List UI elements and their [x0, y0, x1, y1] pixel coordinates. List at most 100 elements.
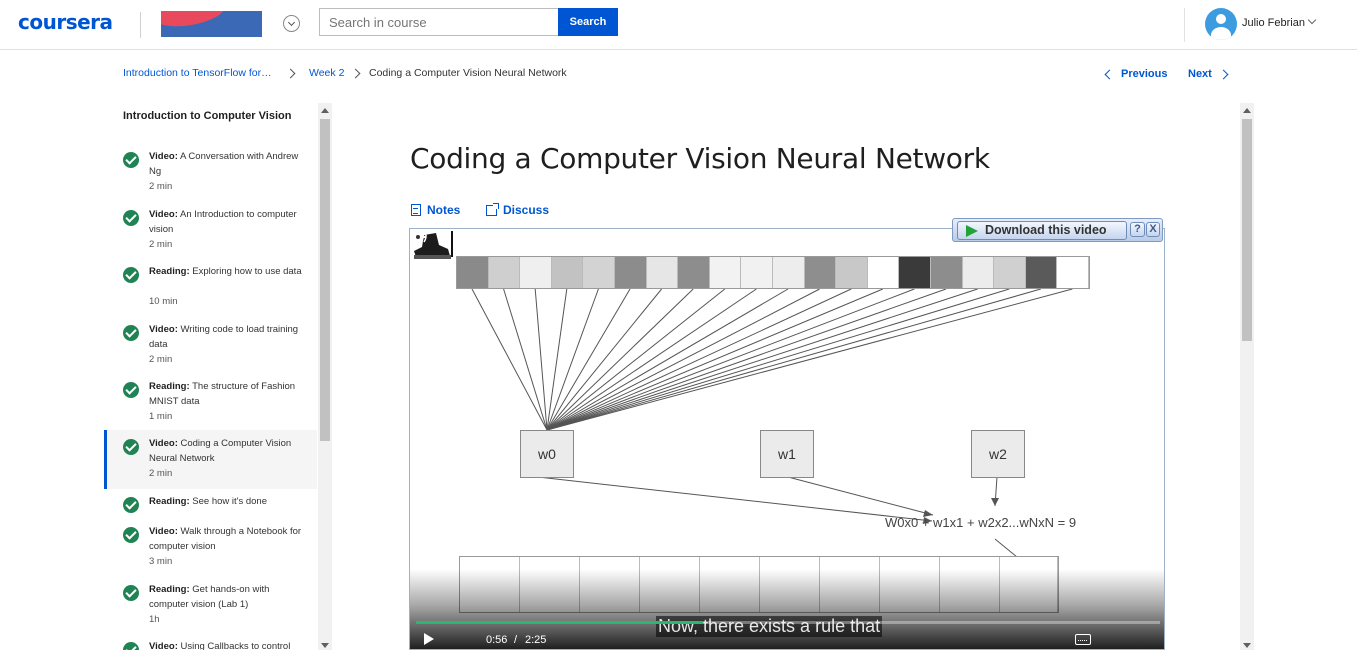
sidebar-item-label: Reading: Get hands-on with computer visi… [149, 584, 270, 610]
sidebar-item[interactable]: Video: Walk through a Notebook for compu… [104, 525, 317, 575]
breadcrumb-course[interactable]: Introduction to TensorFlow for… [123, 67, 272, 79]
input-pixel [930, 257, 963, 288]
chevron-left-icon[interactable] [1104, 69, 1115, 80]
previous-link[interactable]: Previous [1121, 68, 1167, 80]
sidebar-item-label: Video: An Introduction to computer visio… [149, 209, 297, 235]
video-progress-bar[interactable] [416, 621, 1160, 624]
pixel-to-weight-line [546, 288, 1073, 431]
input-pixel [678, 257, 710, 288]
video-caption: Now, there exists a rule that [656, 616, 883, 637]
sidebar-item-label: Video: Walk through a Notebook for compu… [149, 526, 302, 552]
chevron-right-icon[interactable] [1218, 69, 1229, 80]
completed-check-icon [123, 585, 139, 601]
weighted-sum-formula: W0x0 + w1x1 + w2x2...wNxN = 9 [885, 515, 1077, 530]
sidebar-item-duration: 2 min [149, 239, 173, 250]
pixel-to-weight-line [546, 288, 599, 431]
close-button[interactable]: X [1146, 222, 1160, 237]
search-button[interactable]: Search [558, 8, 618, 36]
video-player[interactable]: w0 w1 w2 W0x0 + w1x1 + w2x2...wNxN = 9 N… [409, 228, 1165, 650]
main-scrollbar[interactable] [1240, 103, 1254, 650]
input-pixel [457, 257, 489, 288]
user-name[interactable]: Julio Febrian [1242, 17, 1305, 29]
external-link-icon [486, 203, 499, 216]
sidebar-item[interactable]: Reading: Exploring how to use data 10 mi… [104, 265, 317, 315]
captions-icon[interactable] [1075, 634, 1091, 645]
weight-box-w0: w0 [520, 430, 574, 478]
sidebar-item-label: Reading: Exploring how to use data [149, 266, 302, 277]
completed-check-icon [123, 382, 139, 398]
header-divider-right [1184, 8, 1185, 42]
chevron-down-icon[interactable] [283, 15, 300, 32]
input-pixel [520, 257, 552, 288]
sidebar-item-active[interactable]: Video: Coding a Computer Vision Neural N… [104, 430, 317, 489]
pixel-to-weight-line [546, 288, 915, 431]
sidebar-item[interactable]: Video: A Conversation with Andrew Ng 2 m… [104, 150, 317, 200]
chevron-right-icon [350, 68, 361, 79]
sidebar-item[interactable]: Reading: See how it's done [104, 495, 317, 519]
input-pixel [804, 257, 837, 288]
scroll-down-icon[interactable] [1243, 643, 1251, 648]
header-divider [140, 12, 141, 38]
completed-check-icon [123, 210, 139, 226]
sidebar-item-label: Reading: See how it's done [149, 496, 267, 507]
breadcrumb-week[interactable]: Week 2 [309, 67, 344, 79]
course-thumbnail[interactable] [161, 11, 262, 37]
input-pixel [899, 257, 931, 288]
fullscreen-icon[interactable] [410, 229, 426, 245]
sidebar-item-label: Video: Writing code to load training dat… [149, 324, 299, 350]
sidebar-scrollbar-thumb[interactable] [320, 119, 330, 441]
chevron-right-icon [285, 68, 296, 79]
user-avatar-icon[interactable] [1205, 8, 1237, 40]
help-button[interactable]: ? [1130, 222, 1145, 237]
time-separator: / [514, 634, 518, 646]
pixel-to-weight-line [546, 288, 947, 431]
input-pixel [646, 257, 679, 288]
notes-button[interactable]: Notes [411, 203, 460, 217]
page-title: Coding a Computer Vision Neural Network [410, 142, 990, 175]
input-pixel [836, 257, 868, 288]
main-scrollbar-thumb[interactable] [1242, 119, 1252, 341]
scroll-up-icon[interactable] [1243, 108, 1251, 113]
scroll-down-icon[interactable] [321, 643, 329, 648]
next-link[interactable]: Next [1188, 68, 1212, 80]
sidebar-item-label: Video: Using Callbacks to control [149, 641, 291, 650]
pixel-to-weight-line [546, 288, 757, 431]
sidebar-item[interactable]: Video: An Introduction to computer visio… [104, 208, 317, 258]
sidebar-item-label: Video: A Conversation with Andrew Ng [149, 151, 299, 177]
sidebar-item-label: Reading: The structure of Fashion MNIST … [149, 381, 296, 407]
current-time: 0:56 [486, 634, 508, 646]
coursera-logo[interactable]: coursera [18, 10, 113, 34]
video-controls-gradient [410, 569, 1164, 649]
sidebar-item-duration: 1 min [149, 411, 173, 422]
input-pixel [1025, 257, 1058, 288]
sidebar-item-label: Video: Coding a Computer Vision Neural N… [149, 438, 292, 464]
sidebar-item[interactable]: Reading: Get hands-on with computer visi… [104, 583, 317, 633]
download-video-button[interactable]: Download this video [957, 221, 1127, 240]
sidebar-item[interactable]: Video: Using Callbacks to control [104, 640, 317, 650]
download-play-icon [966, 225, 978, 237]
scroll-up-icon[interactable] [321, 108, 329, 113]
input-pixel [709, 257, 742, 288]
sidebar-item[interactable]: Video: Writing code to load training dat… [104, 323, 317, 373]
pixel-to-weight-line [503, 288, 548, 431]
play-icon[interactable] [424, 633, 434, 645]
sidebar-item[interactable]: Reading: The structure of Fashion MNIST … [104, 380, 317, 430]
video-progress-fill [416, 621, 704, 624]
user-menu-chevron-icon[interactable] [1307, 15, 1317, 25]
download-video-toolbar: Download this video ? X [952, 218, 1163, 242]
breadcrumb-current: Coding a Computer Vision Neural Network [369, 67, 567, 79]
pixel-to-weight-line [546, 288, 883, 431]
sidebar-scrollbar[interactable] [318, 103, 332, 650]
discuss-button[interactable]: Discuss [486, 203, 549, 217]
sidebar-item-duration: 2 min [149, 181, 173, 192]
pixel-to-weight-line [534, 288, 548, 431]
input-pixel [741, 257, 773, 288]
sidebar-item-duration: 2 min [149, 354, 173, 365]
pixel-to-weight-line [546, 288, 789, 431]
sidebar-item-duration: 10 min [149, 296, 178, 307]
top-navigation-bar: coursera Search Julio Febrian [0, 0, 1357, 50]
search-input[interactable] [319, 8, 559, 36]
notes-icon [411, 204, 421, 216]
input-pixel [551, 257, 584, 288]
completed-check-icon [123, 439, 139, 455]
